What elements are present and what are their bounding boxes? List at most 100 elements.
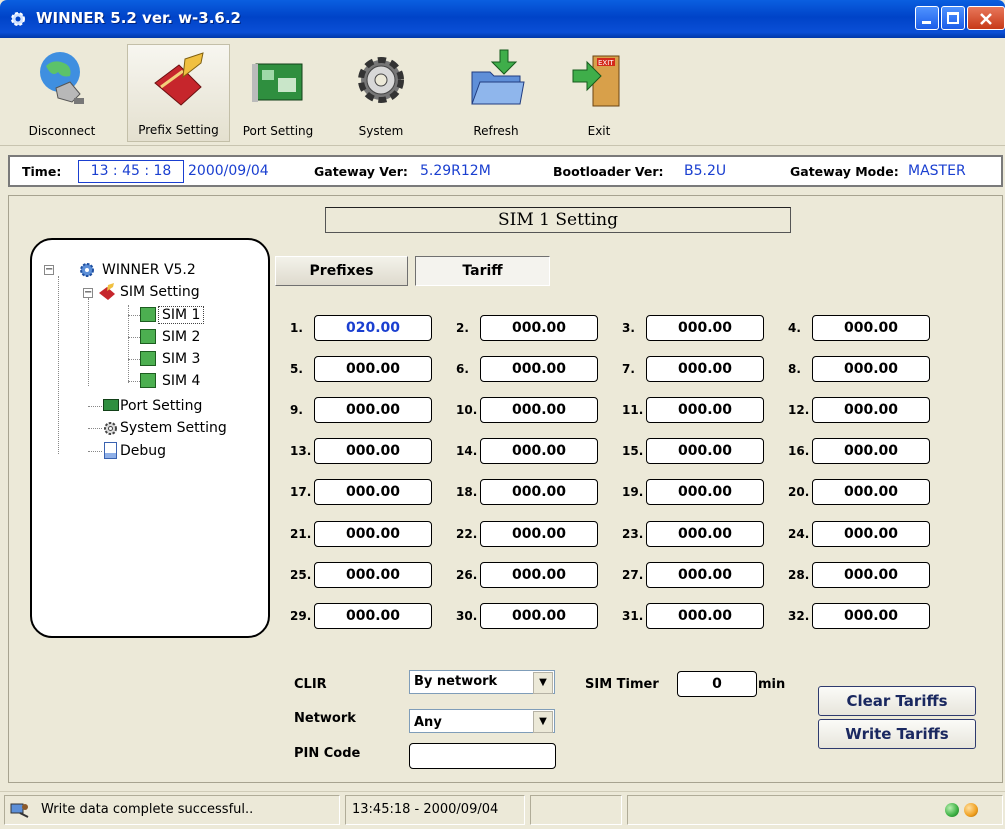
tariff-field-17[interactable]: 000.00 xyxy=(314,479,432,505)
tree-connector xyxy=(88,298,89,386)
tree-collapse-root[interactable]: − xyxy=(44,265,54,275)
tariff-field-11[interactable]: 000.00 xyxy=(646,397,764,423)
tariff-field-18[interactable]: 000.00 xyxy=(480,479,598,505)
tariff-number-label: 3. xyxy=(622,321,635,335)
window-title: WINNER 5.2 ver. w-3.6.2 xyxy=(36,9,241,27)
tariff-number-label: 30. xyxy=(456,609,478,623)
gateway-ver-label: Gateway Ver: xyxy=(314,164,408,179)
maximize-icon xyxy=(947,12,959,24)
chevron-down-icon[interactable]: ▼ xyxy=(533,711,553,733)
tree-sim-4[interactable]: SIM 4 xyxy=(162,373,200,389)
status-message-panel: Write data complete successful.. xyxy=(4,795,340,825)
tariff-field-9[interactable]: 000.00 xyxy=(314,397,432,423)
clir-label: CLIR xyxy=(294,677,327,692)
tariff-field-12[interactable]: 000.00 xyxy=(812,397,930,423)
clear-tariffs-button[interactable]: Clear Tariffs xyxy=(818,686,976,716)
refresh-folder-icon xyxy=(471,49,525,105)
tariff-field-2[interactable]: 000.00 xyxy=(480,315,598,341)
tariff-field-32[interactable]: 000.00 xyxy=(812,603,930,629)
tariff-field-16[interactable]: 000.00 xyxy=(812,438,930,464)
tariff-field-21[interactable]: 000.00 xyxy=(314,521,432,547)
tariff-number-label: 22. xyxy=(456,527,478,541)
tariff-field-26[interactable]: 000.00 xyxy=(480,562,598,588)
debug-document-icon xyxy=(104,442,117,459)
gateway-mode-label: Gateway Mode: xyxy=(790,164,899,179)
sim-card-icon xyxy=(140,351,156,366)
tariff-number-label: 4. xyxy=(788,321,801,335)
tree-collapse-sim-setting[interactable]: − xyxy=(83,288,93,298)
tree-root[interactable]: WINNER V5.2 xyxy=(102,262,196,278)
tariff-number-label: 31. xyxy=(622,609,644,623)
tariff-field-3[interactable]: 000.00 xyxy=(646,315,764,341)
write-tariffs-button[interactable]: Write Tariffs xyxy=(818,719,976,749)
tariff-number-label: 28. xyxy=(788,568,810,582)
tree-system-setting[interactable]: System Setting xyxy=(120,420,227,436)
tariff-field-19[interactable]: 000.00 xyxy=(646,479,764,505)
tariff-number-label: 26. xyxy=(456,568,478,582)
tariff-field-5[interactable]: 000.00 xyxy=(314,356,432,382)
tree-debug[interactable]: Debug xyxy=(120,443,166,459)
tariff-field-15[interactable]: 000.00 xyxy=(646,438,764,464)
svg-text:EXIT: EXIT xyxy=(598,59,614,67)
tree-port-setting[interactable]: Port Setting xyxy=(120,398,202,414)
tariff-number-label: 25. xyxy=(290,568,312,582)
tree-sim-3[interactable]: SIM 3 xyxy=(162,351,200,367)
network-label: Network xyxy=(294,711,356,726)
status-led-orange xyxy=(964,803,978,817)
tariff-field-31[interactable]: 000.00 xyxy=(646,603,764,629)
tariff-field-7[interactable]: 000.00 xyxy=(646,356,764,382)
sim-timer-input[interactable]: 0 xyxy=(677,671,757,697)
tariff-field-6[interactable]: 000.00 xyxy=(480,356,598,382)
tree-sim-1[interactable]: SIM 1 xyxy=(158,306,205,324)
pin-code-label: PIN Code xyxy=(294,746,361,761)
pin-code-input[interactable] xyxy=(409,743,556,769)
sim-timer-label: SIM Timer xyxy=(585,677,659,692)
tariff-number-label: 6. xyxy=(456,362,469,376)
refresh-button[interactable]: Refresh xyxy=(450,44,542,142)
clir-select[interactable]: By network ▼ xyxy=(409,670,555,694)
tariff-field-13[interactable]: 000.00 xyxy=(314,438,432,464)
tariff-field-8[interactable]: 000.00 xyxy=(812,356,930,382)
network-select[interactable]: Any ▼ xyxy=(409,709,555,733)
port-setting-button[interactable]: Port Setting xyxy=(232,44,324,142)
tariff-field-23[interactable]: 000.00 xyxy=(646,521,764,547)
tree-sim-setting[interactable]: SIM Setting xyxy=(120,284,200,300)
tab-prefixes[interactable]: Prefixes xyxy=(275,256,408,286)
tariff-field-10[interactable]: 000.00 xyxy=(480,397,598,423)
network-select-value: Any xyxy=(414,715,442,730)
minimize-button[interactable] xyxy=(915,6,939,30)
sim-timer-unit: min xyxy=(758,677,786,692)
tree-sim-2[interactable]: SIM 2 xyxy=(162,329,200,345)
tariff-field-29[interactable]: 000.00 xyxy=(314,603,432,629)
tariff-number-label: 13. xyxy=(290,444,312,458)
exit-button[interactable]: EXIT Exit xyxy=(553,44,645,142)
tariff-field-28[interactable]: 000.00 xyxy=(812,562,930,588)
tariff-number-label: 15. xyxy=(622,444,644,458)
tariff-field-25[interactable]: 000.00 xyxy=(314,562,432,588)
tariff-number-label: 17. xyxy=(290,485,312,499)
bootloader-ver-value: B5.2U xyxy=(684,163,727,179)
tariff-field-20[interactable]: 000.00 xyxy=(812,479,930,505)
system-button[interactable]: System xyxy=(335,44,427,142)
chevron-down-icon[interactable]: ▼ xyxy=(533,672,553,694)
close-button[interactable] xyxy=(967,6,1005,30)
tariff-field-30[interactable]: 000.00 xyxy=(480,603,598,629)
maximize-button[interactable] xyxy=(941,6,965,30)
status-empty-panel xyxy=(530,795,622,825)
minimize-icon xyxy=(922,21,931,24)
tariff-field-4[interactable]: 000.00 xyxy=(812,315,930,341)
tariff-field-14[interactable]: 000.00 xyxy=(480,438,598,464)
tariff-number-label: 12. xyxy=(788,403,810,417)
tariff-field-27[interactable]: 000.00 xyxy=(646,562,764,588)
disconnect-button[interactable]: Disconnect xyxy=(16,44,108,142)
tab-tariff[interactable]: Tariff xyxy=(415,256,550,286)
system-gear-icon xyxy=(358,57,404,103)
tariff-field-22[interactable]: 000.00 xyxy=(480,521,598,547)
tariff-number-label: 24. xyxy=(788,527,810,541)
tariff-field-24[interactable]: 000.00 xyxy=(812,521,930,547)
tariff-number-label: 9. xyxy=(290,403,303,417)
time-label: Time: xyxy=(22,164,62,179)
date-value: 2000/09/04 xyxy=(188,163,269,179)
tariff-field-1[interactable]: 020.00 xyxy=(314,315,432,341)
prefix-setting-button[interactable]: Prefix Setting xyxy=(127,44,230,142)
